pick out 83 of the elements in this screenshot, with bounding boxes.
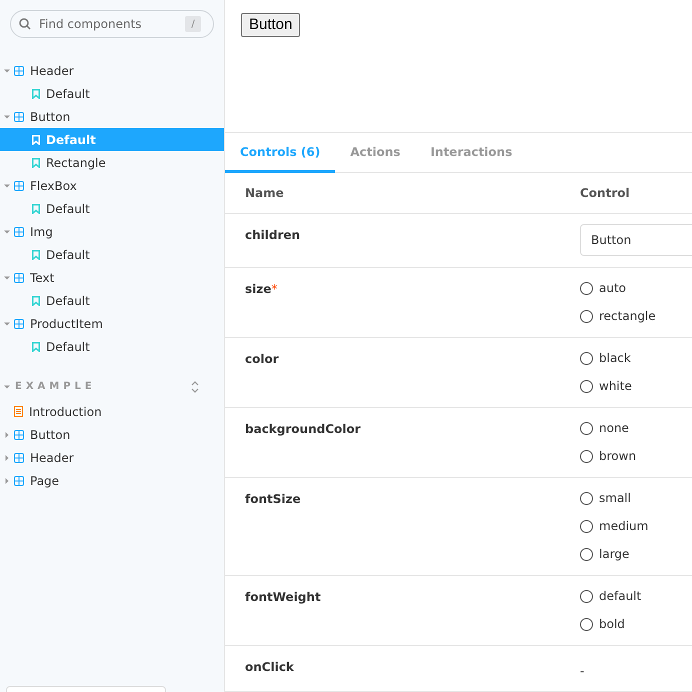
caret-icon[interactable] xyxy=(4,384,10,390)
caret-icon[interactable] xyxy=(4,68,10,74)
caret-icon[interactable] xyxy=(4,228,10,234)
grid-icon xyxy=(14,112,24,122)
grid-icon xyxy=(14,66,24,76)
grid-icon xyxy=(14,476,24,486)
bookmark-icon xyxy=(32,134,40,144)
radio-button[interactable] xyxy=(580,450,593,462)
preview-button[interactable]: Button xyxy=(241,13,300,37)
shortcut-key: / xyxy=(185,16,201,32)
section-title: EXAMPLE xyxy=(15,380,96,394)
bookmark-icon xyxy=(32,88,40,98)
option-label: black xyxy=(599,350,631,367)
required-mark: * xyxy=(271,281,278,298)
option-label: white xyxy=(599,378,632,395)
bookmark-icon xyxy=(32,250,40,260)
caret-icon[interactable] xyxy=(4,454,10,460)
tree-item[interactable]: Text xyxy=(30,268,54,286)
property-name: backgroundColor xyxy=(245,421,361,438)
text-input[interactable]: Button xyxy=(580,224,692,256)
story-item[interactable]: Default xyxy=(46,292,90,310)
bookmark-icon xyxy=(32,296,40,306)
property-name: color xyxy=(245,351,279,368)
bookmark-icon xyxy=(32,204,40,214)
grid-icon xyxy=(14,180,24,190)
tree-item[interactable]: Introduction xyxy=(29,402,102,420)
radio-button[interactable] xyxy=(580,492,593,504)
radio-button[interactable] xyxy=(580,548,593,560)
property-name: size xyxy=(245,281,272,298)
option-label: brown xyxy=(599,448,636,465)
tree-item[interactable]: Page xyxy=(30,472,60,490)
option-label: small xyxy=(599,490,631,507)
caret-icon[interactable] xyxy=(4,182,10,188)
property-name: fontSize xyxy=(245,491,301,508)
tree-item[interactable]: Button xyxy=(30,426,70,444)
tree-item[interactable]: Header xyxy=(30,62,74,80)
story-item[interactable]: Default xyxy=(46,246,90,264)
grid-icon xyxy=(14,430,24,440)
story-item[interactable]: Rectangle xyxy=(46,154,106,172)
property-name: fontWeight xyxy=(245,589,321,606)
tree-item[interactable]: ProductItem xyxy=(30,314,103,332)
caret-icon[interactable] xyxy=(4,114,10,120)
search-input[interactable]: Find components xyxy=(39,15,185,33)
control-value: - xyxy=(580,664,584,678)
story-item[interactable]: Default xyxy=(46,200,90,218)
radio-button[interactable] xyxy=(580,422,593,434)
radio-button[interactable] xyxy=(580,520,593,532)
column-header: Name xyxy=(245,185,285,202)
tree-item[interactable]: Header xyxy=(30,448,74,466)
caret-icon[interactable] xyxy=(4,274,10,280)
tree-item[interactable]: FlexBox xyxy=(30,176,77,194)
caret-icon[interactable] xyxy=(4,432,10,438)
option-label: rectangle xyxy=(599,308,656,325)
bookmark-icon xyxy=(32,158,40,168)
property-name: children xyxy=(245,227,300,244)
bookmark-icon xyxy=(32,342,40,352)
option-label: medium xyxy=(599,518,648,535)
radio-button[interactable] xyxy=(580,310,593,322)
story-item[interactable]: Default xyxy=(46,338,90,356)
tree-item[interactable]: Button xyxy=(30,108,70,126)
option-label: bold xyxy=(599,616,625,633)
property-name: onClick xyxy=(245,659,294,676)
radio-button[interactable] xyxy=(580,590,593,602)
option-label: default xyxy=(599,588,642,605)
expand-collapse-icon[interactable] xyxy=(191,380,199,392)
document-icon xyxy=(14,406,23,417)
tree-item[interactable]: Img xyxy=(30,222,53,240)
search-icon xyxy=(19,18,31,30)
radio-button[interactable] xyxy=(580,282,593,294)
radio-button[interactable] xyxy=(580,380,593,392)
option-label: large xyxy=(599,546,630,563)
story-item[interactable]: Default xyxy=(46,84,90,102)
caret-icon[interactable] xyxy=(4,478,10,484)
caret-icon[interactable] xyxy=(4,320,10,326)
radio-button[interactable] xyxy=(580,352,593,364)
grid-icon xyxy=(14,272,24,282)
radio-button[interactable] xyxy=(580,618,593,630)
grid-icon xyxy=(14,226,24,236)
grid-icon xyxy=(14,318,24,328)
option-label: none xyxy=(599,420,629,437)
grid-icon xyxy=(14,452,24,462)
option-label: auto xyxy=(599,280,626,297)
column-header: Control xyxy=(580,185,630,202)
